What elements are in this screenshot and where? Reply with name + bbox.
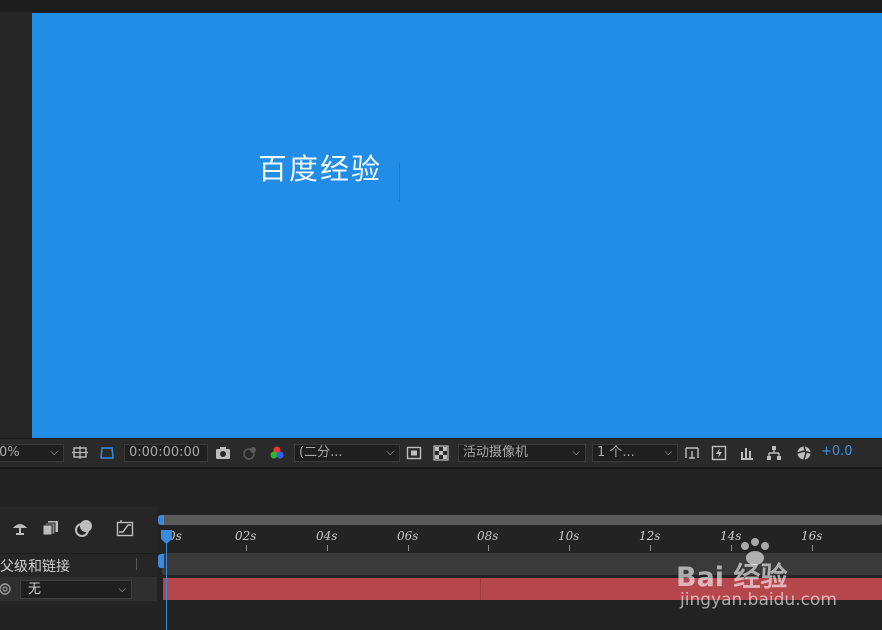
work-area-start-handle[interactable] <box>158 515 164 525</box>
composition-text-layer[interactable]: 百度经验 <box>258 146 382 188</box>
playhead-line <box>166 541 167 630</box>
ruler-tick-label: 06s <box>397 529 419 543</box>
checkerboard-icon[interactable] <box>432 444 450 462</box>
ruler-tick <box>408 545 409 551</box>
ruler-tick <box>327 545 328 551</box>
parent-value: 无 <box>28 582 42 597</box>
layer-bar-marker <box>480 578 481 600</box>
timecode-value: 0:00:00:00 <box>129 445 201 460</box>
camera-value: 活动摄像机 <box>463 445 529 460</box>
work-area-bar[interactable] <box>162 515 882 525</box>
ruler-tick-label: 12s <box>639 529 661 543</box>
views-dropdown[interactable]: 1 个... ⌵ <box>592 444 678 462</box>
mask-visibility-icon[interactable] <box>98 444 116 462</box>
ruler-tick-label: 10s <box>558 529 580 543</box>
timeline-icon[interactable] <box>738 444 756 462</box>
chevron-down-icon: ⌵ <box>118 584 126 595</box>
text-cursor <box>399 163 400 201</box>
reset-exposure-icon[interactable] <box>795 444 813 462</box>
chevron-down-icon: ⌵ <box>664 447 672 458</box>
column-separator[interactable] <box>136 558 137 570</box>
snapshot-camera-icon[interactable] <box>214 444 232 462</box>
watermark-url: jingyan.baidu.com <box>680 590 837 610</box>
ruler-tick-label: 02s <box>235 529 257 543</box>
ruler-tick <box>488 545 489 551</box>
parent-pick-whip-icon[interactable] <box>0 581 14 595</box>
playhead-handle[interactable] <box>160 529 173 545</box>
parent-link-column-header[interactable]: 父级和链接 <box>0 556 70 576</box>
composition-canvas[interactable] <box>32 13 882 438</box>
ruler-tick <box>650 545 651 551</box>
graph-editor-icon[interactable] <box>114 517 136 539</box>
parent-dropdown[interactable]: 无 ⌵ <box>20 580 132 599</box>
fast-preview-icon[interactable] <box>710 444 728 462</box>
ruler-tick <box>812 545 813 551</box>
flowchart-icon[interactable] <box>765 444 783 462</box>
resolution-value: (二分... <box>299 445 343 460</box>
chevron-down-icon: ⌵ <box>50 447 58 458</box>
timecode-field[interactable]: 0:00:00:00 <box>124 444 208 462</box>
toggle-pixel-aspect-icon[interactable] <box>683 444 701 462</box>
target-region-icon[interactable] <box>405 444 423 462</box>
ruler-tick-label: 16s <box>801 529 823 543</box>
ruler-tick <box>569 545 570 551</box>
exposure-value[interactable]: +0.0 <box>821 444 853 459</box>
viewer-toolbar: 0% ⌵ 0:00:00:00 (二分... ⌵ 活动摄像机 ⌵ 1 个... … <box>0 438 882 467</box>
camera-dropdown[interactable]: 活动摄像机 ⌵ <box>458 444 586 462</box>
resolution-dropdown[interactable]: (二分... ⌵ <box>294 444 400 462</box>
views-value: 1 个... <box>597 445 635 460</box>
baidu-paw-icon <box>737 538 777 572</box>
motion-blur-icon[interactable] <box>73 517 95 539</box>
frame-blending-icon[interactable] <box>40 517 62 539</box>
chevron-down-icon: ⌵ <box>386 447 394 458</box>
panel-top-strip <box>0 0 882 12</box>
color-channels-icon[interactable] <box>268 444 286 462</box>
zoom-value: 0% <box>0 445 20 460</box>
ruler-tick <box>731 545 732 551</box>
show-snapshot-icon[interactable] <box>241 444 259 462</box>
panel-divider <box>0 467 882 509</box>
zoom-dropdown[interactable]: 0% ⌵ <box>0 444 64 462</box>
chevron-down-icon: ⌵ <box>572 447 580 458</box>
region-of-interest-icon[interactable] <box>71 444 89 462</box>
comp-flowchart-icon[interactable] <box>9 517 31 539</box>
ruler-tick <box>246 545 247 551</box>
viewer-left-gutter <box>0 12 32 438</box>
ruler-tick-label: 08s <box>477 529 499 543</box>
ruler-tick-label: 04s <box>316 529 338 543</box>
track-start-marker <box>158 554 164 568</box>
